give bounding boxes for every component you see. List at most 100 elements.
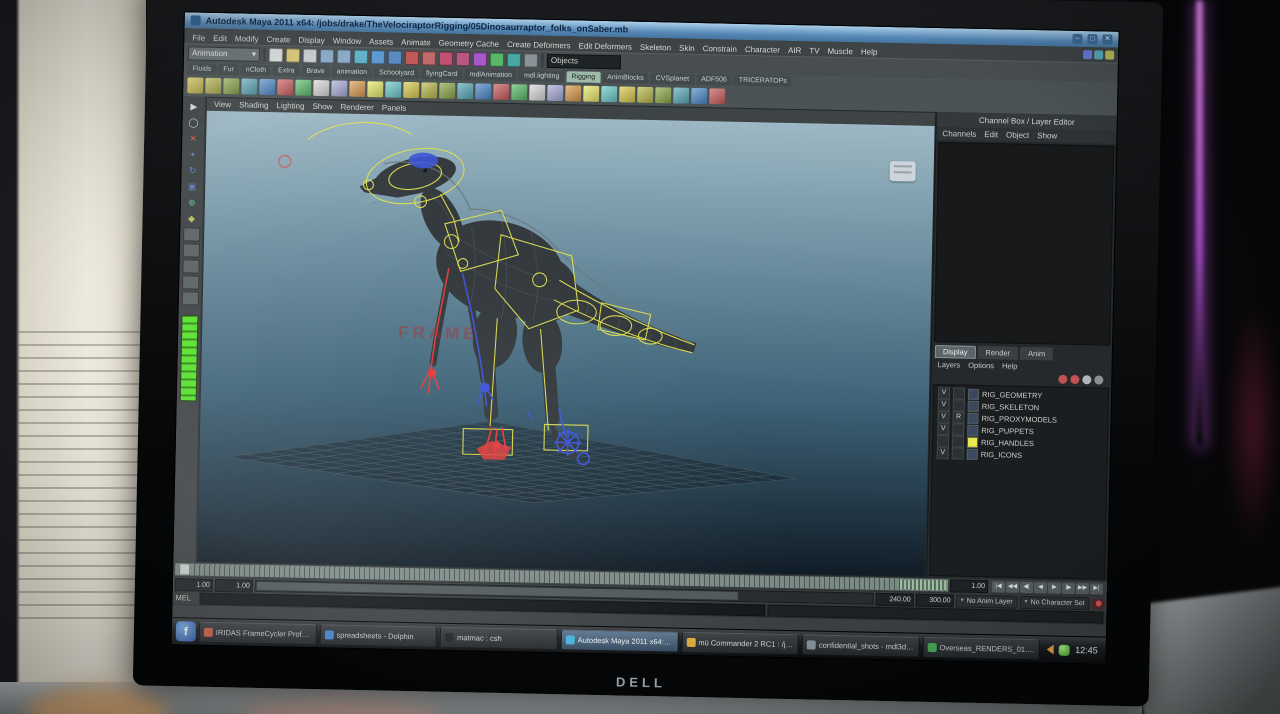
shelf-tool-icon[interactable] bbox=[691, 88, 707, 104]
layer-visibility-toggle[interactable]: V bbox=[937, 411, 949, 423]
menu-skeleton[interactable]: Skeleton bbox=[636, 42, 675, 52]
layer-color-swatch[interactable] bbox=[968, 388, 979, 399]
shelf-tool-icon[interactable] bbox=[259, 79, 275, 95]
layer-visibility-toggle[interactable]: V bbox=[938, 387, 950, 399]
layout-highlight-strip[interactable] bbox=[179, 315, 198, 401]
snap-curve-icon[interactable] bbox=[422, 51, 436, 65]
taskbar-item[interactable]: IRIDAS FrameCycler Professional bbox=[199, 621, 317, 644]
shelf-tool-icon[interactable] bbox=[673, 87, 689, 103]
shelf-tab-animation[interactable]: animation bbox=[332, 66, 373, 78]
layer-visibility-toggle[interactable] bbox=[937, 435, 949, 447]
cb-menu-show[interactable]: Show bbox=[1037, 131, 1057, 140]
layer-menu-help[interactable]: Help bbox=[1002, 361, 1018, 370]
shelf-tool-icon[interactable] bbox=[205, 78, 221, 94]
panel-menu-lighting[interactable]: Lighting bbox=[273, 101, 307, 111]
ipr-render-icon[interactable] bbox=[507, 53, 521, 67]
viewport-canvas[interactable]: FRAME bbox=[197, 111, 934, 577]
lasso-tool-icon[interactable]: ◯ bbox=[185, 115, 201, 129]
divider[interactable] bbox=[541, 54, 544, 68]
menu-animate[interactable]: Animate bbox=[397, 37, 435, 47]
universal-manipulator-icon[interactable]: ⊕ bbox=[184, 195, 200, 209]
close-button[interactable]: ✕ bbox=[1102, 34, 1112, 44]
menu-create-deformers[interactable]: Create Deformers bbox=[503, 39, 575, 49]
render-icon[interactable] bbox=[490, 53, 504, 67]
playback-end-field[interactable]: 240.00 bbox=[876, 592, 914, 606]
shelf-tool-icon[interactable] bbox=[313, 80, 329, 96]
shelf-tool-icon[interactable] bbox=[493, 84, 509, 100]
shelf-tool-icon[interactable] bbox=[367, 81, 383, 97]
shelf-tool-icon[interactable] bbox=[709, 88, 725, 104]
shelf-tool-icon[interactable] bbox=[439, 83, 455, 99]
open-scene-icon[interactable] bbox=[286, 48, 300, 62]
menu-file[interactable]: File bbox=[188, 33, 209, 42]
playback-button-2[interactable]: ◀| bbox=[1020, 581, 1033, 592]
shelf-tool-icon[interactable] bbox=[403, 82, 419, 98]
panel-menu-show[interactable]: Show bbox=[309, 102, 335, 112]
layer-type-toggle[interactable] bbox=[953, 399, 965, 411]
rotate-tool-icon[interactable]: ↻ bbox=[184, 163, 200, 177]
shelf-tool-icon[interactable] bbox=[583, 86, 599, 102]
playback-start-field[interactable]: 1.00 bbox=[215, 578, 253, 592]
undo-icon[interactable] bbox=[320, 49, 334, 63]
layer-color-swatch[interactable] bbox=[967, 448, 978, 459]
shelf-tool-icon[interactable] bbox=[421, 82, 437, 98]
shelf-tool-icon[interactable] bbox=[511, 84, 527, 100]
menu-muscle[interactable]: Muscle bbox=[823, 46, 857, 56]
snap-grid-icon[interactable] bbox=[405, 51, 419, 65]
shelf-tab-schoolyard[interactable]: Schoolyard bbox=[374, 67, 419, 79]
panel-menu-renderer[interactable]: Renderer bbox=[337, 102, 377, 112]
layer-menu-layers[interactable]: Layers bbox=[938, 360, 961, 369]
shelf-tab-adf506[interactable]: ADF506 bbox=[696, 74, 732, 86]
menu-edit[interactable]: Edit bbox=[209, 33, 231, 42]
menu-tv[interactable]: TV bbox=[805, 46, 823, 55]
menu-geometry-cache[interactable]: Geometry Cache bbox=[435, 38, 504, 48]
shelf-tab-triceratops[interactable]: TRICERATOPs bbox=[734, 75, 792, 87]
menu-display[interactable]: Display bbox=[294, 35, 328, 45]
layer-tab-display[interactable]: Display bbox=[935, 345, 976, 359]
panel-menu-view[interactable]: View bbox=[211, 100, 234, 109]
taskbar-item[interactable]: mü Commander 2 RC1 : /jobs/dr... bbox=[681, 631, 799, 654]
minimize-button[interactable]: – bbox=[1072, 34, 1082, 44]
panel-menu-shading[interactable]: Shading bbox=[236, 100, 272, 110]
layer-editor-button[interactable] bbox=[1082, 375, 1091, 384]
shelf-tab-rigging[interactable]: Rigging bbox=[566, 71, 600, 83]
scale-tool-icon[interactable]: ▣ bbox=[184, 179, 200, 193]
cb-menu-object[interactable]: Object bbox=[1006, 130, 1029, 139]
menu-edit-deformers[interactable]: Edit Deformers bbox=[575, 41, 637, 51]
cb-menu-edit[interactable]: Edit bbox=[984, 130, 998, 139]
snap-plane-icon[interactable] bbox=[456, 52, 470, 66]
playback-button-3[interactable]: ◀ bbox=[1034, 582, 1047, 593]
layer-color-swatch[interactable] bbox=[967, 424, 978, 435]
taskbar-item[interactable]: Autodesk Maya 2011 x64: /jobs... bbox=[560, 629, 678, 652]
layer-color-swatch[interactable] bbox=[967, 412, 978, 423]
playback-button-0[interactable]: |◀ bbox=[992, 581, 1005, 592]
shelf-tool-icon[interactable] bbox=[547, 85, 563, 101]
tray-expand-icon[interactable] bbox=[1047, 644, 1054, 654]
current-time-field[interactable]: 1.00 bbox=[950, 579, 988, 593]
layer-color-swatch[interactable] bbox=[968, 400, 979, 411]
shelf-tab-animblocks[interactable]: AnimBlocks bbox=[602, 72, 649, 84]
move-tool-icon[interactable]: + bbox=[185, 147, 201, 161]
menu-character[interactable]: Character bbox=[741, 44, 784, 54]
shelf-tool-icon[interactable] bbox=[349, 81, 365, 97]
layer-type-toggle[interactable]: R bbox=[952, 411, 964, 423]
shelf-tool-icon[interactable] bbox=[529, 84, 545, 100]
shelf-tool-icon[interactable] bbox=[187, 77, 203, 93]
shelf-tool-icon[interactable] bbox=[277, 79, 293, 95]
raptor-model[interactable] bbox=[354, 148, 701, 463]
layout-preset-button[interactable] bbox=[181, 291, 198, 305]
taskbar-item[interactable]: Overseas_RENDERS_01.ods - Ope... bbox=[922, 636, 1040, 659]
shelf-tool-icon[interactable] bbox=[619, 86, 635, 102]
shelf-tab-fur[interactable]: Fur bbox=[218, 64, 239, 75]
taskbar-item[interactable]: spreadsheets - Dolphin bbox=[319, 624, 437, 647]
quick-icon[interactable] bbox=[1083, 50, 1092, 59]
shelf-tab-extra[interactable]: Extra bbox=[273, 65, 300, 77]
paint-select-tool-icon[interactable]: ✕ bbox=[185, 131, 201, 145]
menu-air[interactable]: AIR bbox=[784, 45, 806, 54]
layout-preset-button[interactable] bbox=[182, 243, 199, 257]
menu-constrain[interactable]: Constrain bbox=[699, 43, 741, 53]
layer-visibility-toggle[interactable]: V bbox=[937, 423, 949, 435]
mel-label[interactable]: MEL bbox=[175, 593, 197, 602]
animation-end-field[interactable]: 300.00 bbox=[916, 593, 954, 607]
divider[interactable] bbox=[263, 48, 266, 62]
